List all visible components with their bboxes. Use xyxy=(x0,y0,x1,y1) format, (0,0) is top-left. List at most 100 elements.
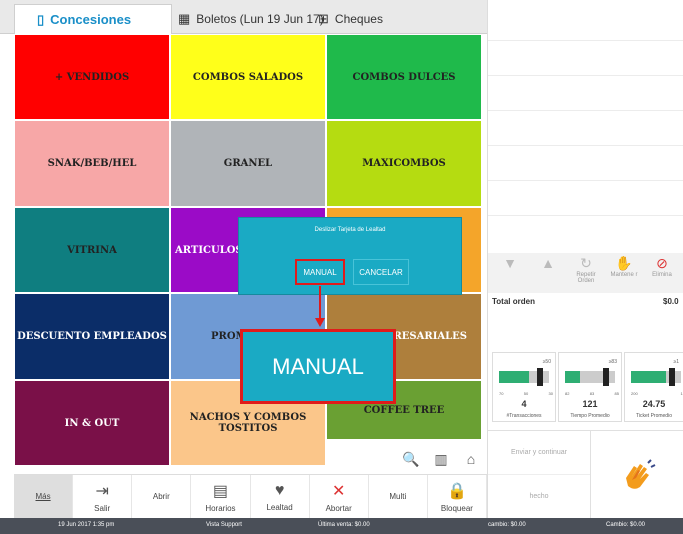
total-value: $0.0 xyxy=(663,297,679,306)
status-last-sale: Última venta: $0.00 xyxy=(318,522,370,528)
tile-label: MAXICOMBOS xyxy=(362,158,446,169)
metric-label: #Transacciones xyxy=(506,413,542,419)
repeat-icon: ↻ xyxy=(580,255,592,271)
repeat-label: Repetir Orden xyxy=(576,272,596,284)
horarios-button[interactable]: ▤ Horarios xyxy=(191,475,251,518)
scale-tick: 82 xyxy=(565,391,570,396)
tile-label: IN & OUT xyxy=(64,417,120,429)
order-panel: ▼ ▲ ↻ Repetir Orden ✋ Mantene r ⊘ Elimina T… xyxy=(487,0,683,519)
delete-button[interactable]: ⊘ Elimina xyxy=(644,255,680,278)
tab-label: Concesiones xyxy=(50,12,132,27)
hand-icon: ✋ xyxy=(615,255,633,271)
metric-transactions: ≥50 70 50 30 4 #Transacciones xyxy=(492,352,556,422)
tab-concesiones[interactable]: ▯ Concesiones xyxy=(14,4,172,34)
loyalty-popup: Deslizar Tarjeta de Lealtad MANUAL CANCE… xyxy=(238,217,462,295)
tile-maxicombos[interactable]: MAXICOMBOS xyxy=(326,120,482,207)
hold-label: Mantene r xyxy=(610,272,638,278)
manual-zoom-callout: MANUAL xyxy=(240,329,396,404)
tile-combos-dulces[interactable]: COMBOS DULCES xyxy=(326,34,482,120)
tab-label: Boletos (Lun 19 Jun 17) xyxy=(196,12,324,26)
popup-title: Deslizar Tarjeta de Lealtad xyxy=(314,227,386,233)
hold-button[interactable]: ✋ Mantene r xyxy=(606,255,642,278)
scroll-down-button[interactable]: ▼ xyxy=(492,255,528,271)
order-line xyxy=(488,110,683,111)
scale-tick: 50 xyxy=(523,391,529,396)
metric-fill xyxy=(565,371,580,383)
metric-bar xyxy=(631,368,681,386)
mas-label: Más xyxy=(35,492,51,501)
abrir-button[interactable]: Abrir xyxy=(132,475,192,518)
lealtad-label: Lealtad xyxy=(266,502,293,512)
multi-button[interactable]: Multi xyxy=(369,475,428,518)
metric-fill xyxy=(631,371,666,383)
scroll-up-button[interactable]: ▲ xyxy=(530,255,566,271)
metric-scale: 20012 xyxy=(631,391,683,396)
bloquear-label: Bloquear xyxy=(440,503,473,513)
metric-bar xyxy=(499,368,549,386)
metric-marker xyxy=(669,368,675,386)
salir-label: Salir xyxy=(94,503,111,513)
manual-button[interactable]: MANUAL xyxy=(295,259,345,285)
tile-label: GRANEL xyxy=(223,158,273,169)
scale-tick: 85 xyxy=(614,391,619,396)
tile-snak[interactable]: SNAK/BEB/HEL xyxy=(14,120,170,207)
order-line xyxy=(488,40,683,41)
status-date: 19 Jun 2017 1:35 pm xyxy=(58,522,115,528)
metric-fill xyxy=(499,371,529,383)
scale-tick: 200 xyxy=(631,391,638,396)
search-tools: 🔍 ▥ ⌂ xyxy=(396,444,486,474)
clap-graphic xyxy=(625,458,655,489)
bottom-toolbar: Más ⇥ Salir Abrir ▤ Horarios ♥ Lealtad ✕ Abo… xyxy=(14,474,487,518)
metric-label: Ticket Promedio xyxy=(636,413,672,419)
search-icon[interactable]: 🔍 xyxy=(396,444,426,474)
tab-boletos[interactable]: ▦ Boletos (Lun 19 Jun 17) xyxy=(178,4,324,34)
send-continue-button[interactable]: Enviar y continuar xyxy=(488,431,590,475)
callout-arrow-head xyxy=(315,318,325,327)
cinema-icon: ▦ xyxy=(178,11,191,26)
repeat-order-button[interactable]: ↻ Repetir Orden xyxy=(568,255,604,284)
tile-granel[interactable]: GRANEL xyxy=(170,120,326,207)
home-icon[interactable]: ⌂ xyxy=(456,444,486,474)
abortar-button[interactable]: ✕ Abortar xyxy=(310,475,369,518)
tile-combos-salados[interactable]: COMBOS SALADOS xyxy=(170,34,326,120)
tile-descuento-empleados[interactable]: DESCUENTO EMPLEADOS xyxy=(14,293,170,380)
mas-button[interactable]: Más xyxy=(14,475,74,518)
tile-vitrina[interactable]: VITRINA xyxy=(14,207,170,293)
multi-label: Multi xyxy=(389,492,407,501)
tile-label: DESCUENTO EMPLEADOS xyxy=(17,331,167,342)
order-line xyxy=(488,180,683,181)
cancel-button[interactable]: CANCELAR xyxy=(353,259,409,285)
metric-value: 4 xyxy=(521,399,527,409)
loyalty-icon: ♥ xyxy=(274,481,285,499)
metric-target: ≥83 xyxy=(608,359,617,365)
salir-button[interactable]: ⇥ Salir xyxy=(73,475,133,518)
tile-label: + VENDIDOS xyxy=(54,71,130,83)
tile-in-out[interactable]: IN & OUT xyxy=(14,380,170,466)
barcode-icon[interactable]: ▥ xyxy=(426,444,456,474)
status-support: Vista Support xyxy=(206,522,242,528)
chevron-up-icon: ▲ xyxy=(541,255,555,271)
lock-icon: 🔒 xyxy=(446,482,467,500)
metric-target: ≥50 xyxy=(542,359,551,365)
tile-vendidos[interactable]: + VENDIDOS xyxy=(14,34,170,120)
lealtad-button[interactable]: ♥ Lealtad xyxy=(251,475,310,518)
metric-avg-time: ≥83 82 83 85 121 Tiempo Promedio xyxy=(558,352,622,422)
tab-cheques[interactable]: ⊞ Cheques xyxy=(318,4,383,34)
phone-icon: ▯ xyxy=(37,11,45,27)
metric-scale: 70 50 30 xyxy=(499,391,553,396)
tile-label: COFFEE TREE xyxy=(363,404,445,416)
scale-tick: 30 xyxy=(548,391,553,396)
bloquear-button[interactable]: 🔒 Bloquear xyxy=(428,475,487,518)
delete-icon: ⊘ xyxy=(656,255,668,271)
done-button[interactable]: hecho xyxy=(488,475,590,519)
metric-marker xyxy=(603,368,609,386)
metric-bar xyxy=(565,368,615,386)
scale-tick: 83 xyxy=(589,391,595,396)
abrir-label: Abrir xyxy=(152,492,170,501)
schedule-icon: ▤ xyxy=(212,482,228,500)
clap-icon[interactable] xyxy=(590,430,683,518)
metric-value: 121 xyxy=(582,399,598,409)
horarios-label: Horarios xyxy=(205,503,236,513)
callout-arrow xyxy=(319,286,321,320)
order-line xyxy=(488,75,683,76)
